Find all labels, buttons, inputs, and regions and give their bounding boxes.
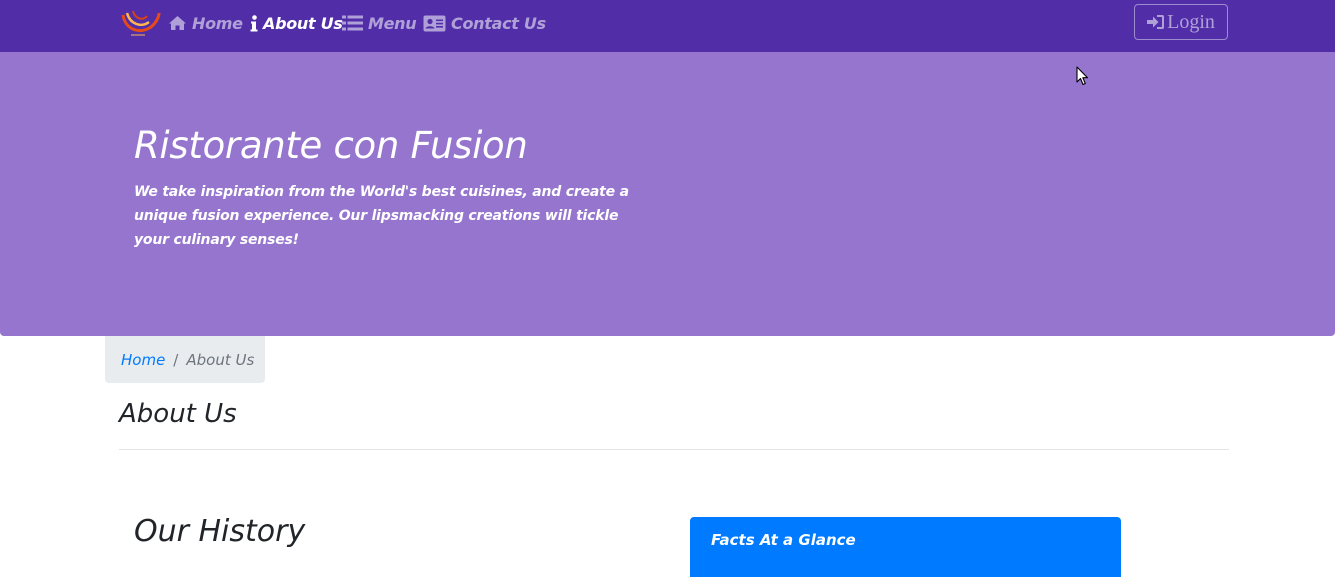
nav-item-about[interactable]: About Us: [250, 12, 343, 34]
nav-item-menu[interactable]: Menu: [342, 12, 417, 34]
sign-in-icon: [1147, 15, 1165, 29]
list-icon: [342, 15, 363, 31]
hero-title: Ristorante con Fusion: [134, 124, 528, 167]
home-icon: [169, 16, 186, 30]
breadcrumb-home-link[interactable]: Home: [121, 351, 165, 369]
hero-description: We take inspiration from the World's bes…: [134, 184, 629, 248]
breadcrumb-current: About Us: [186, 350, 255, 369]
facts-card-header: Facts At a Glance: [711, 531, 856, 549]
breadcrumb: Home / About Us: [105, 336, 265, 383]
mouse-cursor-icon: [1076, 66, 1089, 86]
login-label: Login: [1167, 10, 1215, 33]
login-button[interactable]: Login: [1134, 4, 1228, 40]
section-heading-history: Our History: [134, 514, 306, 549]
divider: [119, 449, 1229, 450]
nav-item-label: About Us: [263, 13, 343, 33]
nav-item-contact[interactable]: Contact Us: [423, 12, 546, 34]
page-title: About Us: [119, 399, 237, 429]
address-card-icon: [423, 15, 446, 31]
info-icon: [250, 14, 258, 31]
nav-item-label: Contact Us: [451, 13, 546, 33]
nav-item-label: Home: [192, 13, 243, 33]
nav-item-home[interactable]: Home: [168, 12, 243, 34]
navbar: Home About Us Menu Contact Us Login: [0, 0, 1335, 52]
breadcrumb-separator: /: [173, 350, 179, 369]
restaurant-logo[interactable]: [119, 7, 161, 40]
jumbotron: Ristorante con Fusion We take inspiratio…: [0, 52, 1335, 336]
facts-card: Facts At a Glance: [690, 517, 1121, 577]
nav-item-label: Menu: [368, 13, 417, 33]
